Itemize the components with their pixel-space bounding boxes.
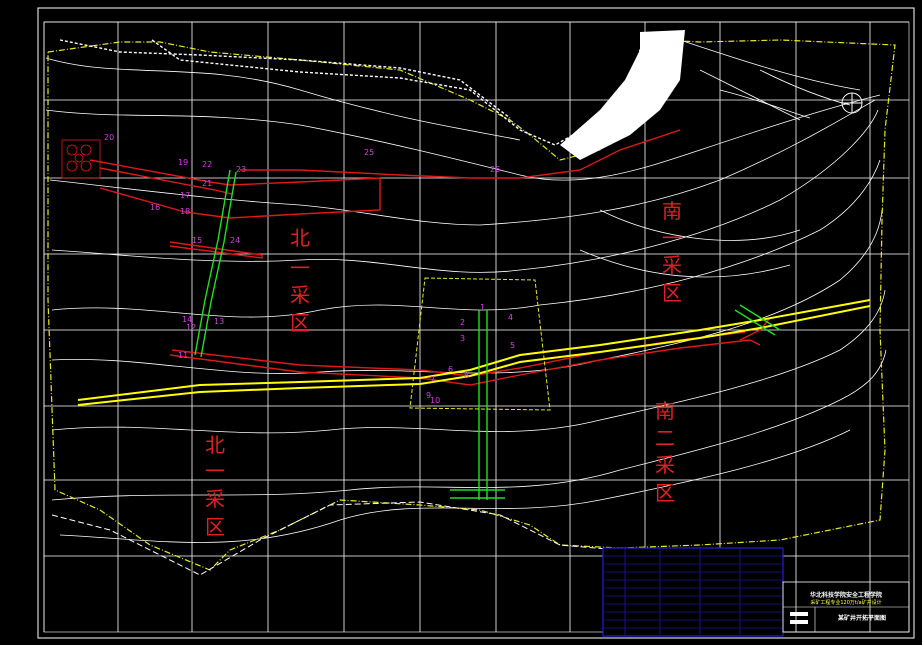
fault-line [151, 35, 651, 146]
zone-label-char: 一 [205, 459, 225, 483]
survey-point-label: 3 [460, 334, 465, 343]
survey-point-label: 11 [178, 351, 188, 360]
survey-point-label: 22 [202, 160, 212, 169]
survey-point-label: 13 [214, 317, 224, 326]
zone-label-char: 采 [205, 487, 225, 511]
zone-label-north-1a: 北 一 采 区 [290, 226, 310, 335]
survey-point-label: 4 [508, 313, 513, 322]
survey-point-label: 10 [430, 396, 440, 405]
coal-pillar-hatch [61, 139, 101, 179]
zone-label-char: 采 [662, 253, 682, 277]
survey-point-label: 21 [202, 179, 212, 188]
title-block-drawing-name: 某矿井开拓平面图 [838, 614, 886, 622]
survey-point-label: 15 [192, 236, 202, 245]
zone-label-char: 采 [655, 453, 675, 477]
survey-point-label: 20 [104, 133, 114, 142]
survey-point-label: 18 [180, 207, 190, 216]
title-block-school: 华北科技学院安全工程学院 [810, 591, 882, 599]
contour-lines [45, 39, 887, 543]
survey-point-label: 7 [430, 375, 435, 384]
zone-label-char: 采 [290, 283, 310, 307]
survey-point-label: 17 [180, 191, 190, 200]
goaf-area [560, 30, 685, 160]
title-block-logo [790, 612, 808, 624]
zone-label-char: 区 [662, 281, 682, 305]
lower-boundary [51, 501, 621, 576]
zone-label-char: 北 [290, 226, 310, 250]
survey-point-label: 19 [178, 158, 188, 167]
survey-point-label: 16 [150, 203, 160, 212]
survey-point-label: 8 [464, 371, 469, 380]
zone-label-char: 区 [655, 481, 675, 505]
zone-label-char: 区 [205, 515, 225, 539]
survey-point-label: 1 [480, 303, 485, 312]
survey-point-label: 5 [510, 341, 515, 350]
title-block: 华北科技学院安全工程学院 采矿工程专业120万t/a矿井设计 某矿井开拓平面图 [602, 547, 910, 637]
survey-point-label: 25 [364, 148, 374, 157]
zone-label-char: 一 [662, 226, 682, 250]
zone-label-south-1: 南 一 采 区 [662, 199, 682, 305]
survey-point-label: 26 [490, 165, 500, 174]
shafts [194, 169, 781, 500]
mine-development-plan-drawing: 2019 2221232526171815 2414 1312112341567 891… [37, 7, 915, 639]
survey-point-label: 24 [230, 236, 240, 245]
survey-point-label: 2 [460, 318, 465, 327]
survey-point-label: 23 [236, 165, 246, 174]
zone-label-char: 区 [290, 311, 310, 335]
title-block-project: 采矿工程专业120万t/a矿井设计 [810, 599, 881, 606]
fault-line-2 [59, 39, 511, 119]
zone-label-char: 二 [655, 426, 675, 450]
compass-icon [841, 92, 863, 114]
survey-point-label: 6 [448, 365, 453, 374]
zone-label-south-2: 南 二 采 区 [655, 399, 675, 505]
zone-label-char: 南 [662, 199, 682, 223]
zone-label-char: 北 [205, 433, 225, 457]
zone-label-char: 一 [290, 256, 310, 280]
zone-label-north-1b: 北 一 采 区 [205, 433, 225, 539]
survey-point-label: 12 [186, 323, 196, 332]
zone-label-char: 南 [655, 399, 675, 423]
